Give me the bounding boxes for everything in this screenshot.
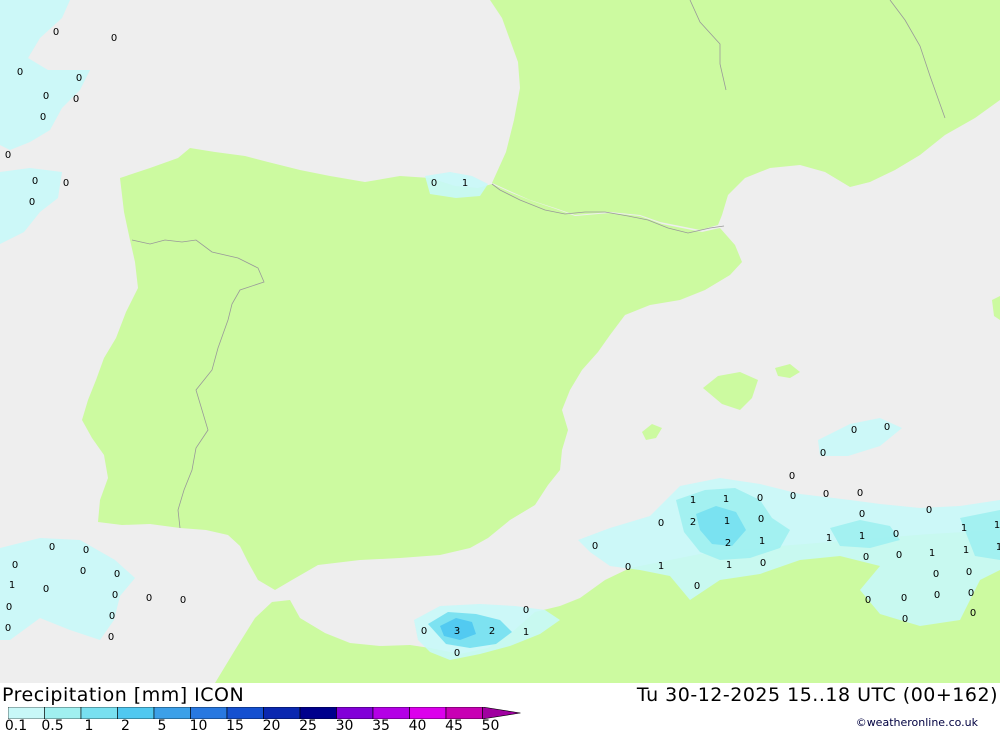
precip-value-label: 0 bbox=[820, 448, 826, 459]
precip-value-label: 1 bbox=[826, 533, 832, 544]
precip-value-label: 1 bbox=[658, 561, 664, 572]
precip-value-label: 2 bbox=[690, 517, 696, 528]
precip-value-label: 0 bbox=[146, 593, 152, 604]
precip-value-label: 0 bbox=[592, 541, 598, 552]
precip-value-label: 0 bbox=[83, 545, 89, 556]
precip-value-label: 1 bbox=[724, 516, 730, 527]
valid-time-label: Tu 30-12-2025 15..18 UTC (00+162) bbox=[636, 684, 998, 706]
precip-value-label: 0 bbox=[694, 581, 700, 592]
scale-tick-label: 20 bbox=[262, 718, 281, 734]
precip-value-label: 0 bbox=[884, 422, 890, 433]
precip-value-label: 0 bbox=[421, 626, 427, 637]
scale-tick-label: 15 bbox=[226, 718, 244, 734]
precip-value-label: 1 bbox=[690, 495, 696, 506]
precip-value-label: 0 bbox=[523, 605, 529, 616]
precip-value-label: 0 bbox=[43, 584, 49, 595]
precip-value-label: 0 bbox=[968, 588, 974, 599]
legend-title: Precipitation [mm] ICON bbox=[2, 684, 245, 706]
precip-value-label: 0 bbox=[109, 611, 115, 622]
precip-value-label: 0 bbox=[80, 566, 86, 577]
precip-value-label: 0 bbox=[5, 623, 11, 634]
precip-value-label: 0 bbox=[896, 550, 902, 561]
precip-value-label: 0 bbox=[857, 488, 863, 499]
precip-value-label: 0 bbox=[17, 67, 23, 78]
precip-value-label: 0 bbox=[926, 505, 932, 516]
scale-tick-label: 30 bbox=[335, 718, 354, 734]
scale-tick-label: 0.1 bbox=[4, 718, 28, 734]
precip-value-label: 0 bbox=[790, 491, 796, 502]
precip-value-label: 0 bbox=[111, 33, 117, 44]
precip-value-label: 1 bbox=[961, 523, 967, 534]
precip-value-label: 0 bbox=[859, 509, 865, 520]
precip-value-label: 0 bbox=[63, 178, 69, 189]
scale-tick-label: 1 bbox=[84, 718, 94, 734]
precip-value-label: 0 bbox=[625, 562, 631, 573]
precip-value-label: 1 bbox=[9, 580, 15, 591]
precip-value-label: 0 bbox=[933, 569, 939, 580]
credit-link[interactable]: ©weatheronline.co.uk bbox=[856, 716, 978, 729]
scale-tick-label: 2 bbox=[121, 718, 130, 734]
precip-value-label: 0 bbox=[40, 112, 46, 123]
precip-value-label: 0 bbox=[970, 608, 976, 619]
precip-value-label: 0 bbox=[758, 514, 764, 525]
precip-value-label: 1 bbox=[994, 520, 1000, 531]
precip-value-label: 1 bbox=[963, 545, 969, 556]
precip-value-label: 0 bbox=[851, 425, 857, 436]
precip-value-label: 1 bbox=[523, 627, 529, 638]
precip-value-label: 0 bbox=[893, 529, 899, 540]
precip-value-label: 0 bbox=[902, 614, 908, 625]
scale-tick-label: 40 bbox=[408, 718, 427, 734]
precip-value-label: 0 bbox=[108, 632, 114, 643]
legend-bar: Precipitation [mm] ICON Tu 30-12-2025 15… bbox=[0, 683, 1000, 734]
precipitation-map: 0 0 0 0 0 0 0 0 0 0 0 0 1 0 0 0 0 1 1 0 0 0 0 0 0 0 2 1 0 1 1 0 2 1 1 1 0 1 1 1… bbox=[0, 0, 1000, 683]
precip-value-label: 1 bbox=[726, 560, 732, 571]
precip-value-label: 0 bbox=[901, 593, 907, 604]
precip-value-label: 0 bbox=[658, 518, 664, 529]
precip-value-label: 0 bbox=[966, 567, 972, 578]
precip-value-label: 0 bbox=[76, 73, 82, 84]
scale-tick-label: 0.5 bbox=[41, 718, 64, 734]
scale-tick-label: 5 bbox=[157, 718, 167, 734]
precip-value-label: 0 bbox=[5, 150, 11, 161]
precip-value-label: 0 bbox=[53, 27, 59, 38]
precip-value-label: 1 bbox=[859, 531, 865, 542]
scale-tick-label: 50 bbox=[481, 718, 500, 734]
precip-value-label: 0 bbox=[760, 558, 766, 569]
scale-tick-label: 35 bbox=[372, 718, 390, 734]
precip-value-label: 0 bbox=[32, 176, 38, 187]
map-canvas: 0 0 0 0 0 0 0 0 0 0 0 0 1 0 0 0 0 1 1 0 0 0 0 0 0 0 2 1 0 1 1 0 2 1 1 1 0 1 1 1… bbox=[0, 0, 1000, 683]
precip-value-label: 0 bbox=[29, 197, 35, 208]
precip-value-label: 3 bbox=[454, 626, 460, 637]
precip-value-label: 0 bbox=[863, 552, 869, 563]
precip-value-label: 0 bbox=[73, 94, 79, 105]
precip-value-label: 0 bbox=[6, 602, 12, 613]
precip-value-label: 0 bbox=[180, 595, 186, 606]
precip-value-label: 0 bbox=[789, 471, 795, 482]
precip-value-label: 0 bbox=[43, 91, 49, 102]
scale-tick-label: 25 bbox=[299, 718, 317, 734]
scale-tick-label: 10 bbox=[189, 718, 208, 734]
precip-value-label: 0 bbox=[454, 648, 460, 659]
precip-value-label: 0 bbox=[823, 489, 829, 500]
precip-value-label: 2 bbox=[725, 538, 731, 549]
precip-value-label: 0 bbox=[431, 178, 437, 189]
precip-value-label: 0 bbox=[114, 569, 120, 580]
precip-value-label: 1 bbox=[759, 536, 765, 547]
precip-value-label: 1 bbox=[996, 542, 1000, 553]
precip-value-label: 2 bbox=[489, 626, 495, 637]
scale-tick-label: 45 bbox=[445, 718, 463, 734]
precip-value-label: 0 bbox=[934, 590, 940, 601]
precip-value-label: 0 bbox=[865, 595, 871, 606]
precip-value-label: 1 bbox=[723, 494, 729, 505]
precip-value-label: 0 bbox=[112, 590, 118, 601]
precip-value-label: 1 bbox=[929, 548, 935, 559]
precip-value-label: 1 bbox=[462, 178, 468, 189]
precip-value-label: 0 bbox=[49, 542, 55, 553]
precip-value-label: 0 bbox=[757, 493, 763, 504]
precip-value-label: 0 bbox=[12, 560, 18, 571]
